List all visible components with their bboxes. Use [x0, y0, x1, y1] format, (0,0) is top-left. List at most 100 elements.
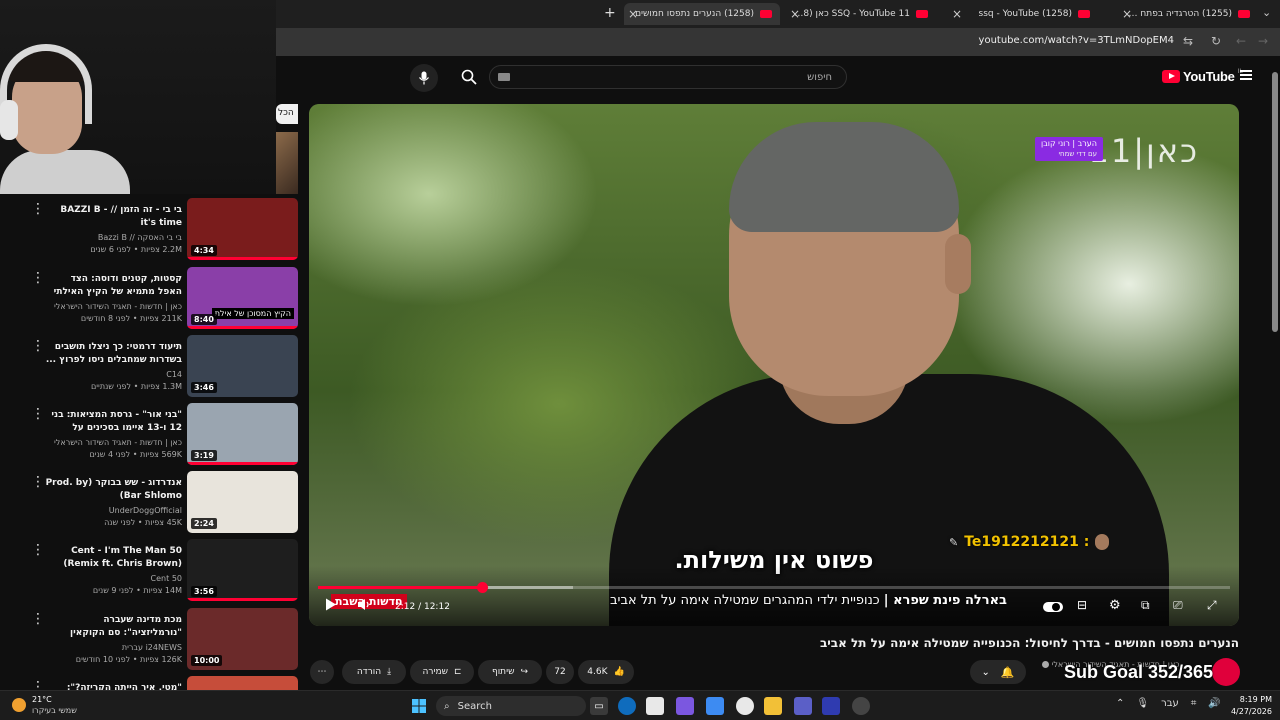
play-button[interactable] — [325, 598, 337, 615]
volume-button[interactable] — [357, 598, 371, 615]
settings-gear-icon[interactable]: ⚙ — [1109, 598, 1121, 613]
task-view-icon[interactable]: ▭ — [590, 697, 608, 715]
related-video-item[interactable]: ⋮ "בני אור" - גרסת המציאות: בני 12 ו-13 … — [0, 403, 306, 469]
related-video-title[interactable]: בי בי - זה הזמן // BAZZI B - it's time — [44, 204, 182, 230]
related-video-title[interactable]: "מטי, איך הייתה הקריזה?": משפחות ... — [44, 682, 182, 690]
more-options-icon[interactable]: ⋮ — [31, 475, 45, 489]
more-options-icon[interactable]: ⋮ — [31, 339, 45, 353]
tab-search-chevron-icon[interactable]: ⌄ — [1262, 6, 1271, 19]
more-options-icon[interactable]: ⋮ — [31, 612, 45, 626]
comments-count[interactable]: 72 — [546, 660, 574, 684]
file-explorer-icon[interactable] — [764, 697, 782, 715]
tab-close-icon[interactable]: × — [628, 7, 638, 21]
microphone-tray-icon[interactable]: 🎙 — [1136, 698, 1149, 709]
related-video-item[interactable]: ⋮ 50 Cent - I'm The Man (Remix ft. Chris… — [0, 539, 306, 605]
related-video-channel[interactable]: i24NEWS עברית — [44, 641, 182, 654]
tab-close-icon[interactable]: × — [1122, 7, 1132, 21]
teams-icon[interactable] — [794, 697, 812, 715]
more-actions-button[interactable]: ⋯ — [310, 660, 334, 684]
fullscreen-icon[interactable]: ⤢ — [1207, 598, 1217, 613]
subscribed-button[interactable]: ⌄ 🔔 — [970, 660, 1026, 684]
clock[interactable]: 8:19 PM 4/27/2026 — [1230, 694, 1272, 718]
search-button[interactable] — [452, 64, 486, 90]
back-icon[interactable]: ← — [1236, 34, 1246, 48]
related-video-title[interactable]: מכת מדינה שעברה "נורמליזציה": סם הקוקאין… — [44, 614, 182, 640]
related-video-thumbnail[interactable]: 3:46 — [187, 335, 298, 397]
related-video-thumbnail[interactable]: הקיץ המסוכן של אילת 8:40 — [187, 267, 298, 329]
tray-chevron-up-icon[interactable]: ⌃ — [1116, 698, 1124, 709]
network-icon[interactable]: ⌗ — [1191, 698, 1197, 709]
store-icon[interactable] — [646, 697, 664, 715]
related-video-thumbnail[interactable]: 4:34 — [187, 198, 298, 260]
subtitles-icon[interactable]: ⊟ — [1077, 598, 1087, 612]
video-player[interactable]: כאן|11 הערב | רוני קובן עם דדי שמחי פשוט… — [309, 104, 1239, 626]
search-input[interactable]: חיפוש — [489, 65, 847, 89]
more-options-icon[interactable]: ⋮ — [31, 271, 45, 285]
volume-tray-icon[interactable]: 🔊 — [1208, 698, 1220, 709]
browser-tab[interactable]: SSQ - YouTube 11 כאן (1258) × — [786, 3, 936, 25]
save-button[interactable]: ⊐ שמירה — [410, 660, 474, 684]
app-icon[interactable] — [822, 697, 840, 715]
download-button[interactable]: ⤓ הורדה — [342, 660, 406, 684]
tab-close-icon[interactable]: × — [952, 7, 962, 21]
miniplayer-icon[interactable]: ⧉ — [1141, 598, 1150, 613]
related-video-thumbnail[interactable]: 10:00 — [187, 608, 298, 670]
input-language[interactable]: עבר — [1161, 698, 1179, 709]
edge-browser-icon[interactable] — [618, 697, 636, 715]
cast-icon[interactable]: ⎚ — [1173, 598, 1183, 613]
obs-icon[interactable] — [852, 697, 870, 715]
related-video-title[interactable]: 50 Cent - I'm The Man (Remix ft. Chris B… — [44, 545, 182, 571]
translate-icon[interactable]: ⇆ — [1183, 34, 1193, 48]
weather-widget[interactable]: 21°C שמשי בעיקרו — [12, 694, 77, 716]
office-icon[interactable] — [706, 697, 724, 715]
menu-hamburger-icon[interactable] — [1240, 70, 1252, 80]
related-video-channel[interactable]: בי בי האסקה // Bazzi B — [44, 231, 182, 244]
more-options-icon[interactable]: ⋮ — [31, 407, 45, 421]
browser-tab[interactable]: (1258) ssq - YouTube × — [948, 3, 1098, 25]
related-video-title[interactable]: תיעוד דרמטי: כך ניצלו תושבים בשדרות שמחב… — [44, 341, 182, 367]
related-video-channel[interactable]: כאן | חדשות - תאגיד השידור הישראלי — [44, 436, 182, 449]
related-video-channel[interactable]: 50 Cent — [44, 572, 182, 585]
taskbar-search[interactable]: ⌕ Search — [436, 696, 586, 716]
related-video-thumbnail[interactable]: 3:19 — [187, 403, 298, 465]
browser-tab-active[interactable]: (1258) הנערים נתפסו חמושים × — [624, 3, 780, 25]
more-options-icon[interactable]: ⋮ — [31, 202, 45, 216]
url-field[interactable]: youtube.com/watch?v=3TLmNDopEM4 — [979, 35, 1174, 46]
related-video-item[interactable]: ⋮ קסטות, קטנים ודוסה: הצד האפל מתמיא של … — [0, 267, 306, 333]
new-tab-button[interactable]: + — [604, 5, 616, 21]
related-video-item[interactable]: ⋮ תיעוד דרמטי: כך ניצלו תושבים בשדרות שמ… — [0, 335, 306, 401]
autoplay-toggle[interactable] — [1043, 602, 1063, 612]
page-scrollbar[interactable] — [1270, 60, 1280, 690]
related-video-thumbnail[interactable] — [187, 676, 298, 690]
youtube-logo[interactable]: YouTube IL — [1162, 68, 1243, 84]
related-video-channel[interactable]: כאן | חדשות - תאגיד השידור הישראלי — [44, 300, 182, 313]
related-video-title[interactable]: קסטות, קטנים ודוסה: הצד האפל מתמיא של הק… — [44, 273, 182, 299]
share-label: שיתוף — [491, 667, 515, 677]
related-video-item[interactable]: ⋮ מכת מדינה שעברה "נורמליזציה": סם הקוקא… — [0, 608, 306, 674]
related-video-item[interactable]: ⋮ אנדרדוג - שש בבוקר (Prod. by Bar Shlom… — [0, 471, 306, 537]
tab-close-icon[interactable]: × — [790, 7, 800, 21]
chrome-browser-icon[interactable] — [736, 697, 754, 715]
related-video-item[interactable]: ⋮ "מטי, איך הייתה הקריזה?": משפחות ... — [0, 676, 306, 690]
related-video-item[interactable]: ⋮ בי בי - זה הזמן // BAZZI B - it's time… — [0, 198, 306, 264]
related-video-title[interactable]: אנדרדוג - שש בבוקר (Prod. by Bar Shlomo) — [44, 477, 182, 503]
voice-search-button[interactable] — [410, 64, 438, 92]
related-video-channel[interactable]: C14 — [44, 368, 182, 381]
related-video-title[interactable]: "בני אור" - גרסת המציאות: בני 12 ו-13 אי… — [44, 409, 182, 435]
related-thumbnail-partial[interactable] — [276, 132, 298, 194]
like-button[interactable]: 👍 4.6K — [578, 660, 634, 684]
share-button[interactable]: ↪ שיתוף — [478, 660, 542, 684]
more-options-icon[interactable]: ⋮ — [31, 543, 45, 557]
ticker-text: בארלה פינת שפרא | כנופיית ילדי המהגרים ש… — [610, 593, 1007, 608]
reload-icon[interactable]: ↻ — [1211, 34, 1221, 48]
keyboard-icon[interactable] — [498, 73, 510, 81]
related-video-thumbnail[interactable]: 2:24 — [187, 471, 298, 533]
forward-icon[interactable]: → — [1258, 34, 1268, 48]
related-video-channel[interactable]: UnderDoggOfficial — [44, 504, 182, 517]
copilot-icon[interactable] — [676, 697, 694, 715]
windows-start-icon[interactable] — [410, 697, 428, 715]
scrollbar-thumb[interactable] — [1272, 72, 1278, 332]
filter-chip-all[interactable]: הכל — [276, 104, 298, 124]
browser-tab[interactable]: (1255) הטרגדיה בפתח תקווה: ... × — [1118, 3, 1258, 25]
related-video-thumbnail[interactable]: 3:56 — [187, 539, 298, 601]
